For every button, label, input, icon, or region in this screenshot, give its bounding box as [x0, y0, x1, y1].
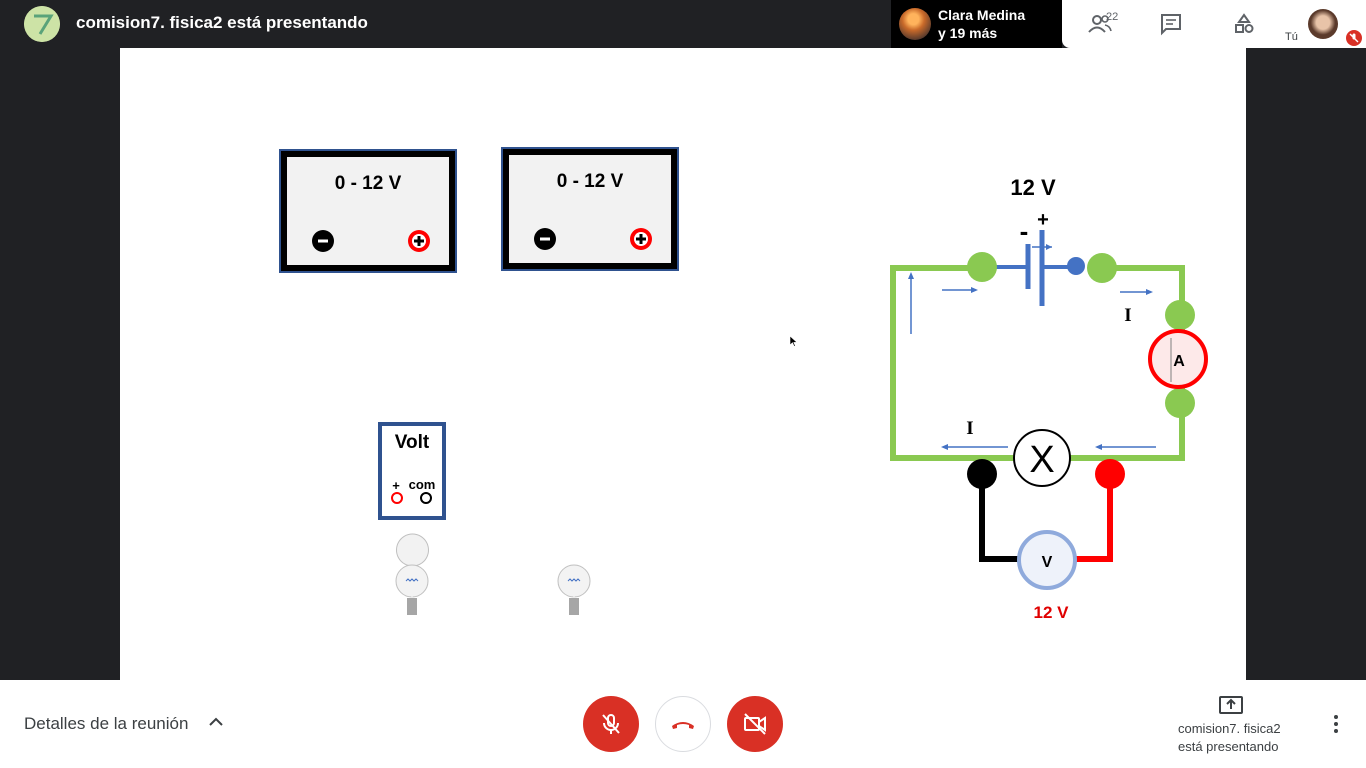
videocam-off-icon	[744, 713, 766, 735]
voltage-reading: 12 V	[1034, 603, 1070, 622]
voltmeter-com: com	[409, 477, 436, 492]
battery-minus: -	[1020, 216, 1029, 246]
power-supply-1: 0 - 12 V	[279, 149, 457, 273]
top-bar: 7 comision7. fisica2 está presentando Cl…	[0, 0, 1366, 48]
meeting-title: comision7. fisica2 está presentando	[76, 13, 368, 32]
voltmeter-circle-label: V	[1042, 554, 1053, 571]
meeting-logo: 7	[24, 6, 60, 42]
meeting-details-button[interactable]: Detalles de la reunión	[24, 714, 188, 734]
circuit-diagram: 12 V - + I I A X V 12 V	[890, 175, 1208, 622]
end-call-button[interactable]	[655, 696, 711, 752]
voltmeter-label: Volt	[395, 432, 430, 453]
battery-label: 12 V	[1010, 175, 1056, 200]
current-label-top: I	[1124, 305, 1131, 326]
power-supply-1-label: 0 - 12 V	[335, 173, 402, 194]
presenter-chip[interactable]: Clara Medina y 19 más	[891, 0, 1062, 48]
presenter-others: y 19 más	[938, 25, 998, 41]
mic-off-icon	[602, 714, 620, 734]
call-end-icon	[672, 722, 694, 729]
shapes-icon[interactable]	[1230, 10, 1258, 38]
self-label: Tú	[1285, 31, 1298, 43]
present-to-all-icon[interactable]	[1218, 694, 1244, 716]
self-avatar	[1308, 9, 1338, 39]
presenter-avatar	[899, 8, 931, 40]
participants-count: 22	[1106, 11, 1119, 23]
mic-toggle-button[interactable]	[583, 696, 639, 752]
bottom-bar: Detalles de la reunión comision7. fisica…	[0, 680, 1366, 768]
mouse-cursor-icon	[790, 336, 798, 347]
chat-icon[interactable]	[1157, 10, 1185, 38]
bulb-2	[557, 564, 591, 615]
current-label-bottom: I	[966, 418, 973, 439]
power-supply-2-label: 0 - 12 V	[557, 171, 624, 192]
self-mic-off-icon	[1346, 30, 1362, 46]
power-supply-2: 0 - 12 V	[501, 147, 679, 271]
presentation-stage: 0 - 12 V 0 - 12 V Volt + com 12 V - + I …	[120, 48, 1246, 680]
presenter-name: Clara Medina	[938, 7, 1026, 23]
voltmeter-plus: +	[392, 478, 400, 493]
presenting-status: comision7. fisica2 está presentando	[1178, 720, 1281, 756]
presenting-line-1: comision7. fisica2	[1178, 721, 1281, 736]
battery-plus: +	[1037, 209, 1049, 231]
camera-toggle-button[interactable]	[727, 696, 783, 752]
chevron-up-icon[interactable]	[208, 716, 224, 728]
bulb-1	[395, 533, 429, 615]
load-label: X	[1029, 439, 1054, 481]
presenting-line-2: está presentando	[1178, 739, 1279, 754]
voltmeter-device: Volt + com	[378, 422, 446, 520]
more-vert-icon[interactable]	[1325, 713, 1347, 735]
toolbar-panel	[1062, 0, 1278, 48]
slide-canvas: 0 - 12 V 0 - 12 V Volt + com 12 V - + I …	[279, 147, 1208, 622]
ammeter-label: A	[1173, 353, 1185, 370]
